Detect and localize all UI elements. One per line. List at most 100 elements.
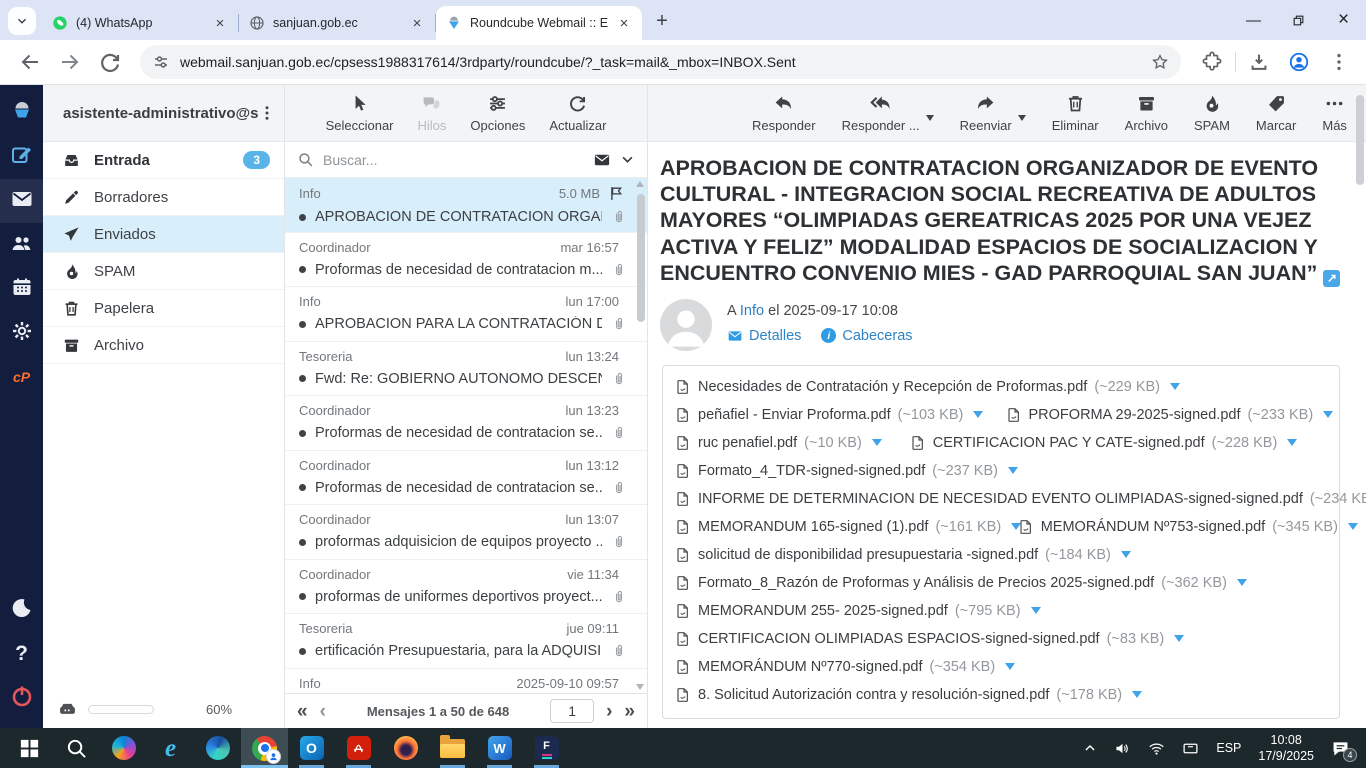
rail-dark-mode[interactable] [0, 588, 43, 632]
message-row[interactable]: Info5.0 MBAPROBACION DE CONTRATACION ORG… [285, 178, 647, 233]
sidebar-item-borradores[interactable]: Borradores [43, 179, 284, 216]
taskbar-outlook-icon[interactable]: O [288, 728, 335, 768]
sidebar-item-spam[interactable]: SPAM [43, 253, 284, 290]
headers-button[interactable]: i Cabeceras [821, 328, 912, 344]
attachment-menu-caret-icon[interactable] [1237, 579, 1247, 586]
downloads-icon[interactable] [1248, 51, 1270, 73]
attachment-name[interactable]: MEMORÁNDUM Nº770-signed.pdf [698, 659, 922, 675]
message-row[interactable]: Coordinadorlun 13:07proformas adquisicio… [285, 505, 647, 560]
attachment-item[interactable]: Formato_4_TDR-signed-signed.pdf(~237 KB) [675, 462, 1018, 480]
recipient-link[interactable]: Info [740, 303, 764, 319]
tab-close-icon[interactable]: × [616, 15, 632, 32]
message-row[interactable]: Tesorerialun 13:24Fwd: Re: GOBIERNO AUTO… [285, 342, 647, 397]
mail-marcar-button[interactable]: Marcar [1256, 93, 1296, 133]
forward-icon[interactable] [58, 50, 82, 74]
attachment-menu-caret-icon[interactable] [1348, 523, 1358, 530]
scroll-up-icon[interactable] [636, 181, 644, 187]
attachment-name[interactable]: peñafiel - Enviar Proforma.pdf [698, 407, 891, 423]
volume-icon[interactable] [1114, 740, 1131, 757]
sidebar-item-enviados[interactable]: Enviados [43, 216, 284, 253]
rail-settings[interactable] [0, 311, 43, 355]
tab-search-button[interactable] [8, 7, 36, 35]
attachment-item[interactable]: ruc penafiel.pdf(~10 KB) [675, 434, 882, 452]
taskbar-start-icon[interactable] [6, 728, 53, 768]
attachment-name[interactable]: MEMORANDUM 255- 2025-signed.pdf [698, 603, 948, 619]
taskbar-file-explorer-icon[interactable] [429, 728, 476, 768]
rail-cpanel[interactable]: cP [0, 355, 43, 399]
cast-display-icon[interactable] [1182, 740, 1199, 757]
sidebar-item-entrada[interactable]: Entrada3 [43, 142, 284, 179]
tab-close-icon[interactable]: × [409, 15, 425, 32]
site-settings-icon[interactable] [152, 53, 170, 71]
browser-tab-roundcube[interactable]: Roundcube Webmail :: Enviados× [436, 6, 642, 40]
attachment-menu-caret-icon[interactable] [973, 411, 983, 418]
profile-icon[interactable] [1288, 51, 1310, 73]
list-actualizar-button[interactable]: Actualizar [549, 93, 606, 133]
rail-compose[interactable] [0, 135, 43, 179]
attachment-item[interactable]: CERTIFICACION OLIMPIADAS ESPACIOS-signed… [675, 630, 1184, 648]
details-button[interactable]: Detalles [727, 328, 801, 344]
tray-chevron-up-icon[interactable] [1083, 741, 1097, 755]
taskbar-acrobat-icon[interactable] [335, 728, 382, 768]
url-text[interactable]: webmail.sanjuan.gob.ec/cpsess1988317614/… [180, 54, 1141, 70]
attachment-name[interactable]: MEMORANDUM 165-signed (1).pdf [698, 519, 928, 535]
bookmark-star-icon[interactable] [1151, 53, 1169, 71]
tab-close-icon[interactable]: × [212, 15, 228, 32]
page-number-input[interactable]: 1 [550, 699, 594, 723]
rail-help[interactable]: ? [0, 632, 43, 676]
attachment-item[interactable]: CERTIFICACION PAC Y CATE-signed.pdf(~228… [910, 434, 1298, 452]
notifications-icon[interactable]: 4 [1331, 740, 1350, 757]
mail-archivo-button[interactable]: Archivo [1125, 93, 1168, 133]
attachment-menu-caret-icon[interactable] [1170, 383, 1180, 390]
attachment-name[interactable]: PROFORMA 29-2025-signed.pdf [1029, 407, 1241, 423]
message-row[interactable]: Coordinadorlun 13:23Proformas de necesid… [285, 396, 647, 451]
message-row[interactable]: Coordinadorlun 13:12Proformas de necesid… [285, 451, 647, 506]
rail-contacts[interactable] [0, 223, 43, 267]
search-scope-envelope-icon[interactable] [593, 151, 611, 169]
attachment-item[interactable]: Necesidades de Contratación y Recepción … [675, 378, 1180, 396]
attachment-name[interactable]: CERTIFICACION PAC Y CATE-signed.pdf [933, 435, 1205, 451]
attachment-name[interactable]: Formato_8_Razón de Proformas y Análisis … [698, 575, 1154, 591]
clock[interactable]: 10:08 17/9/2025 [1258, 732, 1314, 765]
language-indicator[interactable]: ESP [1216, 741, 1241, 755]
taskbar-copilot-icon[interactable] [100, 728, 147, 768]
taskbar-forms-icon[interactable]: F [523, 728, 570, 768]
attachment-name[interactable]: MEMORÁNDUM Nº753-signed.pdf [1041, 519, 1265, 535]
attachment-item[interactable]: INFORME DE DETERMINACION DE NECESIDAD EV… [675, 490, 1327, 508]
sidebar-item-papelera[interactable]: Papelera [43, 290, 284, 327]
mail-más-button[interactable]: Más [1322, 93, 1347, 133]
rail-logout[interactable] [0, 676, 43, 720]
attachment-menu-caret-icon[interactable] [1031, 607, 1041, 614]
sidebar-item-archivo[interactable]: Archivo [43, 327, 284, 364]
next-page-button[interactable]: › [606, 702, 612, 721]
attachment-item[interactable]: solicitud de disponibilidad presupuestar… [675, 546, 1131, 564]
rail-mail[interactable] [0, 179, 43, 223]
wifi-icon[interactable] [1148, 740, 1165, 757]
attachment-name[interactable]: ruc penafiel.pdf [698, 435, 797, 451]
close-button[interactable]: × [1321, 0, 1366, 40]
attachment-menu-caret-icon[interactable] [872, 439, 882, 446]
account-menu-icon[interactable] [258, 104, 276, 122]
browser-tab-whatsapp[interactable]: (4) WhatsApp× [42, 6, 238, 40]
extensions-icon[interactable] [1201, 51, 1223, 73]
mail-eliminar-button[interactable]: Eliminar [1052, 93, 1099, 133]
prev-page-button[interactable]: ‹ [320, 702, 326, 721]
message-row[interactable]: Infolun 17:00APROBACION PARA LA CONTRATA… [285, 287, 647, 342]
message-row[interactable]: Tesoreriajue 09:11ertificación Presupues… [285, 614, 647, 669]
scroll-down-icon[interactable] [636, 684, 644, 690]
attachment-name[interactable]: Formato_4_TDR-signed-signed.pdf [698, 463, 925, 479]
attachment-name[interactable]: 8. Solicitud Autorización contra y resol… [698, 687, 1049, 703]
attachment-name[interactable]: solicitud de disponibilidad presupuestar… [698, 547, 1038, 563]
taskbar-edge-icon[interactable] [194, 728, 241, 768]
taskbar-search-icon[interactable] [53, 728, 100, 768]
attachment-name[interactable]: INFORME DE DETERMINACION DE NECESIDAD EV… [698, 491, 1303, 507]
taskbar-firefox-icon[interactable] [382, 728, 429, 768]
message-row[interactable]: Info2025-09-10 09:57 [285, 669, 647, 694]
attachment-item[interactable]: MEMORÁNDUM Nº770-signed.pdf(~354 KB) [675, 658, 1015, 676]
taskbar-internet-explorer-icon[interactable]: e [147, 728, 194, 768]
back-icon[interactable] [18, 50, 42, 74]
attachment-item[interactable]: Formato_8_Razón de Proformas y Análisis … [675, 574, 1247, 592]
dropdown-caret-icon[interactable] [926, 115, 934, 121]
taskbar-word-icon[interactable]: W [476, 728, 523, 768]
list-seleccionar-button[interactable]: Seleccionar [326, 93, 394, 133]
